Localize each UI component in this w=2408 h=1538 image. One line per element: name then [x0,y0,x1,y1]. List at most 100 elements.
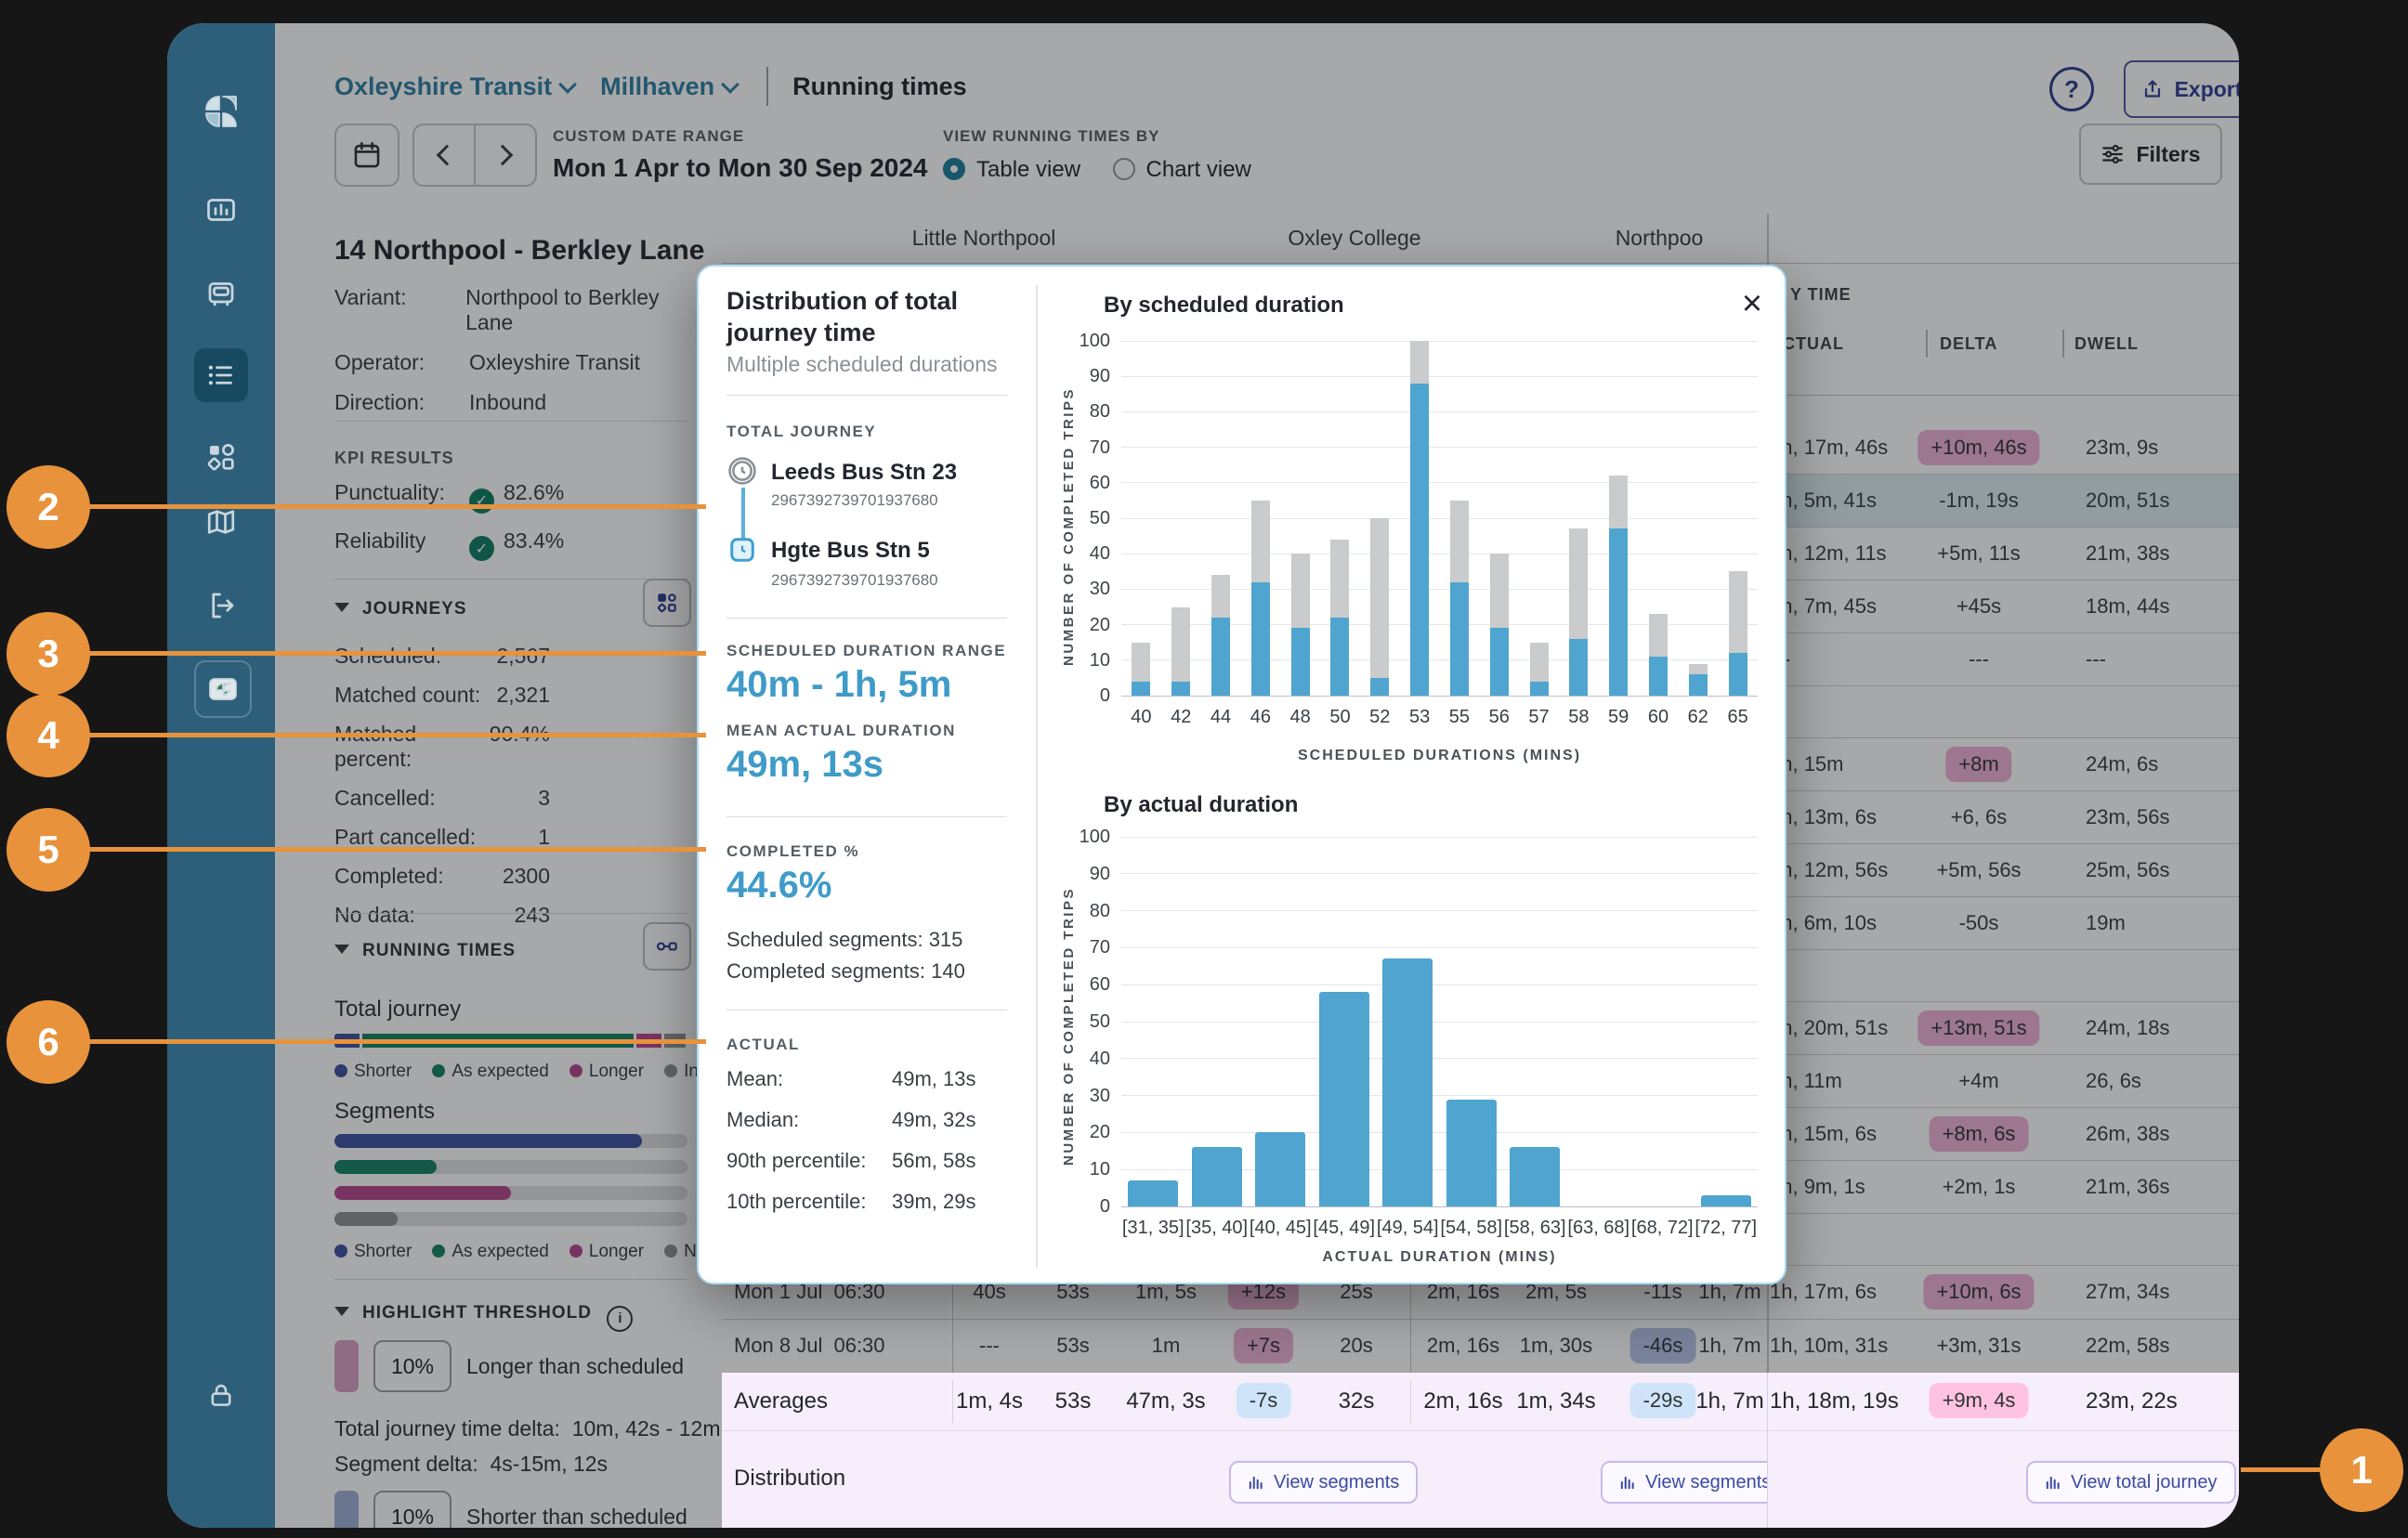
bar [1255,1132,1305,1206]
callout-line-2 [88,504,706,509]
bar-fill [1330,618,1349,696]
stacked-bar [1251,501,1270,696]
stacked-bar [1410,341,1429,696]
bar-slot [1678,664,1718,696]
averages-dwell: 23m, 22s [2086,1388,2178,1414]
bar [1192,1147,1242,1206]
bar-slot [1718,571,1758,696]
x-tick-label: [40, 45] [1249,1218,1313,1239]
stat-value: 49m, 13s [892,1067,976,1091]
bar-slot [1313,992,1377,1206]
distribution-label: Distribution [734,1466,845,1492]
divider [722,1430,2239,1431]
x-tick-label: 65 [1718,707,1758,728]
view-segments-button[interactable]: View segments [1229,1461,1418,1504]
bars-layer [1121,837,1758,1206]
x-tick-label: [72, 77] [1695,1218,1759,1239]
callout-5: 5 [7,808,90,892]
chart2-xlabel: ACTUAL DURATION (MINS) [1121,1249,1758,1266]
bar-chart-icon [1248,1474,1264,1491]
averages-label: Averages [734,1388,828,1414]
x-tick-label: 56 [1479,707,1519,728]
bar-slot [1121,1180,1185,1206]
stacked-bar [1649,614,1668,696]
destination-id: 2967392739701937680 [771,571,938,590]
callout-line-4 [88,733,706,737]
callout-3: 3 [7,612,90,696]
view-segments-2-button[interactable]: View segments [1601,1461,1767,1504]
stat-value: 56m, 58s [892,1149,976,1173]
stacked-bar [1370,518,1389,696]
divider [726,618,1007,619]
sched-range-value: 40m - 1h, 5m [726,664,951,706]
chart1-xlabel: SCHEDULED DURATIONS (MINS) [1121,748,1758,764]
bar-fill [1370,678,1389,696]
averages-cell: 47m, 3s [1126,1388,1205,1414]
bar-fill [1410,384,1429,696]
bar-fill [1251,582,1270,696]
origin-id: 2967392739701937680 [771,491,938,510]
bar-fill [1291,628,1310,696]
actual-label: ACTUAL [726,1036,800,1054]
bar-slot [1479,554,1519,696]
x-tick-label: 55 [1440,707,1480,728]
stacked-bar [1689,664,1708,696]
averages-cell: 1m, 4s [956,1388,1023,1414]
stat-label: 10th percentile: [726,1190,892,1214]
stacked-bar [1609,476,1628,696]
bar-slot [1440,1100,1504,1206]
chart1-title: By scheduled duration [1104,293,1344,319]
divider [726,395,1007,396]
screenshot-stage: Oxleyshire Transit Millhaven Running tim… [0,0,2408,1538]
x-tick-label: 57 [1519,707,1559,728]
close-icon[interactable]: × [1732,283,1773,324]
x-tick-label: [54, 58] [1440,1218,1504,1239]
scheduled-segments: Scheduled segments: 315 [726,928,962,952]
x-tick-label: 59 [1599,707,1639,728]
stacked-bar [1171,607,1190,697]
chart1-ylabel: NUMBER OF COMPLETED TRIPS [1061,387,1077,666]
bars-layer [1121,341,1758,696]
callout-6: 6 [7,1000,90,1084]
divider [952,1380,953,1423]
y-tick-label: 0 [1069,685,1110,707]
bar-fill [1729,653,1747,696]
stacked-bar [1729,571,1747,696]
bar-chart-icon [2045,1474,2061,1491]
x-tick-label: 60 [1639,707,1679,728]
bar [1382,958,1433,1206]
y-tick-label: 90 [1069,864,1110,885]
view-total-journey-button[interactable]: View total journey [2026,1461,2236,1504]
x-tick-label: [68, 72] [1630,1218,1695,1239]
bar-fill [1211,618,1230,696]
averages-cell: 1m, 34s [1516,1388,1595,1414]
averages-cell: -7s [1237,1383,1291,1418]
bar-slot [1161,607,1201,697]
averages-cell: -29s [1630,1383,1696,1418]
callout-1: 1 [2320,1428,2403,1512]
averages-actual: 1h, 18m, 19s [1770,1388,1899,1414]
stacked-bar [1450,501,1469,696]
bar-slot [1201,575,1241,696]
x-tick-label: 44 [1201,707,1241,728]
y-tick-label: 0 [1069,1196,1110,1218]
destination-clock-icon [728,536,756,564]
bar-fill [1490,628,1509,696]
stat-value: 49m, 32s [892,1108,976,1132]
bar-chart-icon [1619,1474,1636,1491]
summary-rows: Averages 1m, 4s53s47m, 3s-7s32s2m, 16s1m… [722,1373,2239,1528]
callout-line-1 [2241,1467,2320,1472]
callout-line-6 [88,1039,706,1044]
chart2-xticks: [31, 35][35, 40][40, 45][45, 49][49, 54]… [1121,1218,1758,1239]
callout-line-3 [88,651,706,656]
x-tick-label: 46 [1240,707,1280,728]
scheduled-duration-chart: 0102030405060708090100 [1121,341,1758,696]
actual-stat-row: 10th percentile:39m, 29s [726,1190,1005,1214]
stat-label: 90th percentile: [726,1149,892,1173]
journey-connector [741,488,745,540]
bar [1319,992,1369,1206]
bar-slot [1280,554,1320,696]
actual-stat-row: Median:49m, 32s [726,1108,1005,1132]
modal-title: Distribution of total journey time [726,285,1005,348]
bar [1446,1100,1497,1206]
